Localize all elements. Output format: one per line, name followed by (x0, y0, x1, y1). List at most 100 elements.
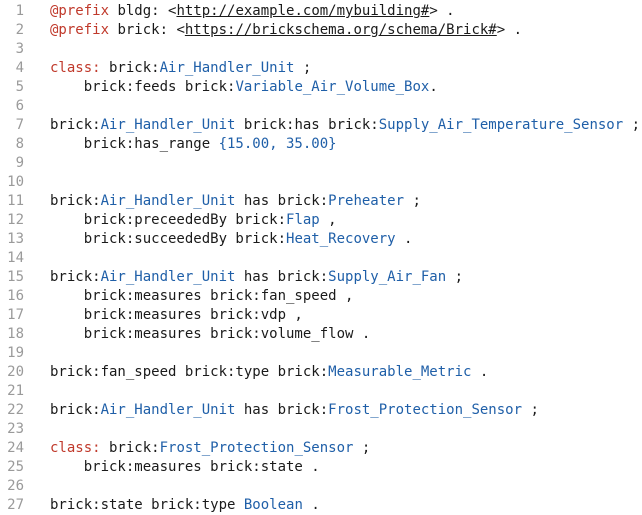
class-name-token: Measurable_Metric (328, 364, 472, 380)
line-number: 4 (15, 60, 24, 76)
code-text[interactable]: brick:succeededBy brick:Heat_Recovery . (50, 230, 413, 249)
code-text[interactable]: class: brick:Air_Handler_Unit ; (50, 59, 311, 78)
code-text[interactable]: brick:measures brick:vdp , (50, 306, 303, 325)
code-token: ; (353, 440, 371, 456)
code-text[interactable]: brick:Air_Handler_Unit has brick:Preheat… (50, 192, 421, 211)
code-text[interactable]: brick:preceededBy brick:Flap , (50, 211, 337, 230)
line-number: 9 (15, 155, 24, 171)
code-line[interactable]: 14 (0, 249, 642, 268)
code-line[interactable]: 23 (0, 420, 642, 439)
code-text[interactable]: brick:fan_speed brick:type brick:Measura… (50, 363, 488, 382)
code-token: brick: (50, 117, 101, 133)
line-number: 10 (7, 174, 24, 190)
code-line[interactable]: 27 brick:state brick:type Boolean . (0, 496, 642, 515)
code-token: , (319, 212, 337, 228)
code-token: brick: (100, 60, 160, 76)
code-line[interactable]: 8 brick:has_range {15.00, 35.00} (0, 135, 642, 154)
code-line[interactable]: 19 (0, 344, 642, 363)
code-token: brick:measures brick:volume_flow . (50, 326, 371, 342)
line-number: 2 (15, 22, 24, 38)
class-name-token: Air_Handler_Unit (159, 60, 295, 76)
code-token: ; (294, 60, 312, 76)
code-line[interactable]: 4 class: brick:Air_Handler_Unit ; (0, 59, 642, 78)
code-token: brick: < (109, 22, 185, 38)
code-line[interactable]: 22 brick:Air_Handler_Unit has brick:Frost… (0, 401, 642, 420)
code-token: brick:measures brick:vdp , (50, 307, 303, 323)
line-number: 3 (15, 41, 24, 57)
class-name-token: Frost_Protection_Sensor (328, 402, 523, 418)
code-token: . (471, 364, 489, 380)
code-token: brick: (50, 402, 101, 418)
code-line[interactable]: 17 brick:measures brick:vdp , (0, 306, 642, 325)
code-text[interactable]: brick:Air_Handler_Unit has brick:Frost_P… (50, 401, 539, 420)
line-number: 8 (15, 136, 24, 152)
code-line[interactable]: 11 brick:Air_Handler_Unit has brick:Prehe… (0, 192, 642, 211)
code-line[interactable]: 2 @prefix brick: <https://brickschema.org… (0, 21, 642, 40)
code-editor[interactable]: 1 @prefix bldg: <http://example.com/mybui… (0, 0, 642, 515)
code-line[interactable]: 21 (0, 382, 642, 401)
line-number: 22 (7, 402, 24, 418)
line-number: 21 (7, 383, 24, 399)
code-line[interactable]: 6 (0, 97, 642, 116)
class-name-token: Variable_Air_Volume_Box (235, 79, 430, 95)
code-text[interactable]: brick:Air_Handler_Unit brick:has brick:S… (50, 116, 640, 135)
line-number: 5 (15, 79, 24, 95)
line-number: 16 (7, 288, 24, 304)
code-line[interactable]: 12 brick:preceededBy brick:Flap , (0, 211, 642, 230)
code-token: bldg: < (109, 3, 177, 19)
code-line[interactable]: 16 brick:measures brick:fan_speed , (0, 287, 642, 306)
code-line[interactable]: 7 brick:Air_Handler_Unit brick:has brick:… (0, 116, 642, 135)
class-name-token: Boolean (243, 497, 303, 513)
code-token: > . (429, 3, 455, 19)
code-line[interactable]: 5 brick:feeds brick:Variable_Air_Volume_… (0, 78, 642, 97)
code-token: ; (404, 193, 421, 209)
class-name-token: Air_Handler_Unit (100, 269, 236, 285)
code-token: brick:measures brick:fan_speed , (50, 288, 354, 304)
code-text[interactable]: brick:has_range {15.00, 35.00} (50, 135, 337, 154)
class-name-token: Air_Handler_Unit (100, 193, 236, 209)
keyword-token: class: (50, 60, 101, 76)
code-text[interactable]: class: brick:Frost_Protection_Sensor ; (50, 439, 370, 458)
line-number: 19 (7, 345, 24, 361)
line-number: 6 (15, 98, 24, 114)
code-line[interactable]: 3 (0, 40, 642, 59)
code-token: > . (496, 22, 523, 38)
code-text[interactable]: brick:feeds brick:Variable_Air_Volume_Bo… (50, 78, 438, 97)
code-line[interactable]: 26 (0, 477, 642, 496)
class-name-token: Frost_Protection_Sensor (159, 440, 354, 456)
line-number: 27 (7, 497, 24, 513)
line-number: 18 (7, 326, 24, 342)
code-line[interactable]: 13 brick:succeededBy brick:Heat_Recovery… (0, 230, 642, 249)
code-token: ; (522, 402, 539, 418)
code-token: brick:feeds brick: (50, 79, 236, 95)
line-number: 26 (7, 478, 24, 494)
code-line[interactable]: 1 @prefix bldg: <http://example.com/mybui… (0, 2, 642, 21)
code-token: ; (623, 117, 641, 133)
line-number: 15 (7, 269, 24, 285)
code-text[interactable]: brick:Air_Handler_Unit has brick:Supply_… (50, 268, 463, 287)
code-text[interactable]: brick:measures brick:fan_speed , (50, 287, 354, 306)
code-text[interactable]: brick:measures brick:volume_flow . (50, 325, 371, 344)
code-token: brick:state brick:type (50, 497, 244, 513)
code-line[interactable]: 18 brick:measures brick:volume_flow . (0, 325, 642, 344)
line-number: 23 (7, 421, 24, 437)
code-token: brick: (50, 269, 101, 285)
code-token: brick:succeededBy brick: (50, 231, 287, 247)
code-text[interactable]: brick:measures brick:state . (50, 458, 320, 477)
code-line[interactable]: 25 brick:measures brick:state . (0, 458, 642, 477)
code-token: has brick: (235, 269, 329, 285)
line-number: 11 (7, 193, 24, 209)
line-number: 20 (7, 364, 24, 380)
code-line[interactable]: 10 (0, 173, 642, 192)
code-line[interactable]: 20 brick:fan_speed brick:type brick:Measu… (0, 363, 642, 382)
url-token: https://brickschema.org/schema/Brick# (184, 22, 497, 38)
code-line[interactable]: 9 (0, 154, 642, 173)
code-token: has brick: (235, 193, 329, 209)
code-line[interactable]: 15 brick:Air_Handler_Unit has brick:Suppl… (0, 268, 642, 287)
code-line[interactable]: 24 class: brick:Frost_Protection_Sensor ; (0, 439, 642, 458)
code-text[interactable]: @prefix brick: <https://brickschema.org/… (50, 21, 522, 40)
code-text[interactable]: @prefix bldg: <http://example.com/mybuil… (50, 2, 455, 21)
class-name-token: Supply_Air_Fan (328, 269, 447, 285)
code-text[interactable]: brick:state brick:type Boolean . (50, 496, 320, 515)
code-token: ; (446, 269, 464, 285)
